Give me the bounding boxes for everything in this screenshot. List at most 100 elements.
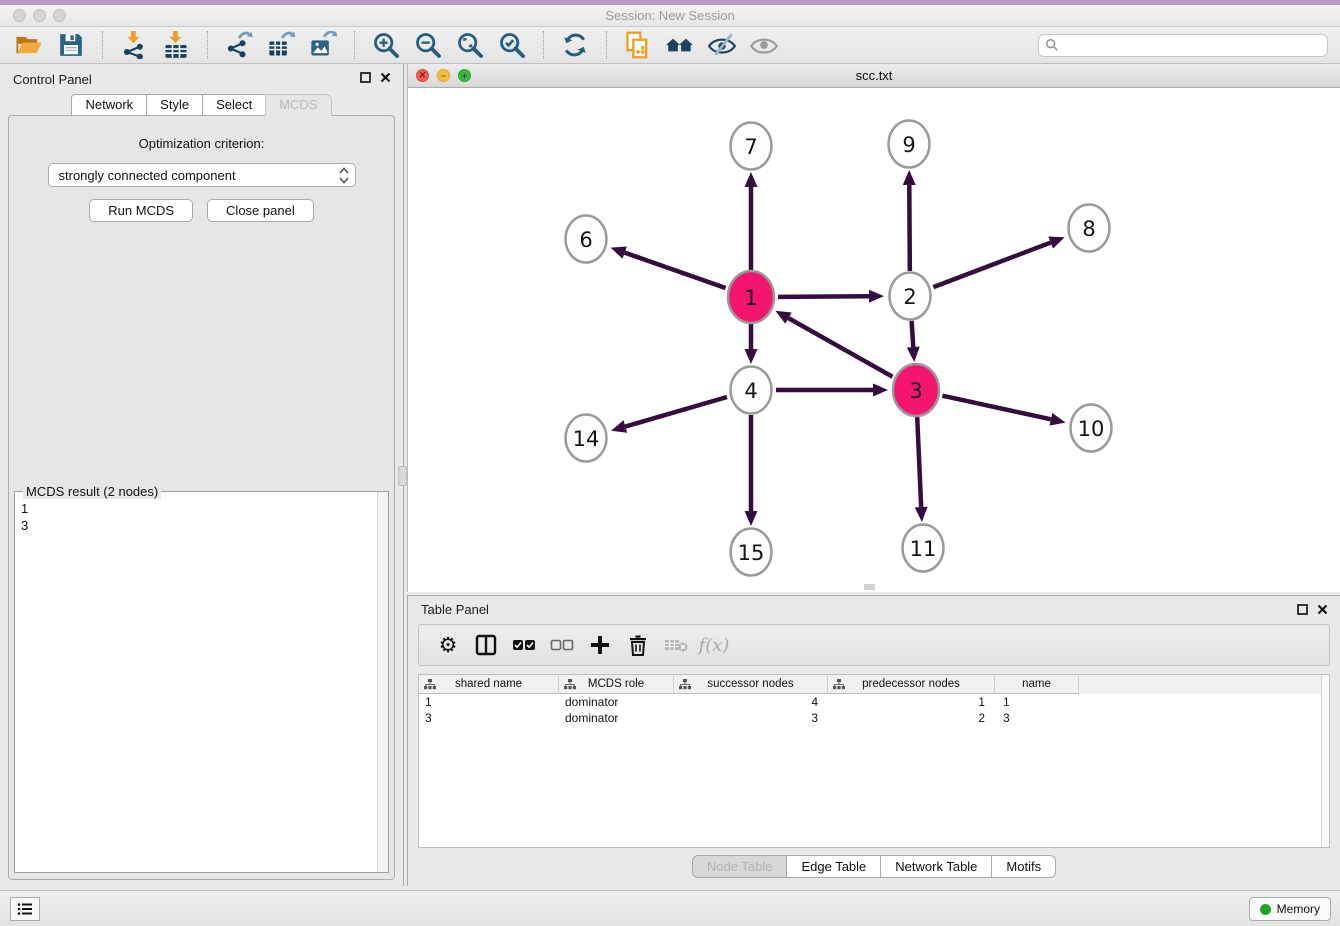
network-window-titlebar[interactable]: ✕ − + scc.txt — [408, 64, 1340, 88]
close-panel-button[interactable]: Close panel — [207, 199, 314, 222]
deselect-all-icon[interactable] — [547, 630, 577, 660]
copy-view-icon[interactable] — [622, 29, 654, 61]
mcds-result-box: MCDS result (2 nodes) 1 3 — [14, 491, 389, 873]
table-settings-gear-icon[interactable]: ⚙ — [433, 630, 463, 660]
graph-edge-arrowhead — [745, 172, 758, 187]
save-session-icon[interactable] — [55, 29, 87, 61]
search-field[interactable] — [1038, 34, 1328, 57]
search-input[interactable] — [1064, 38, 1321, 52]
graph-edge[interactable] — [909, 185, 910, 271]
control-panel-title: Control Panel — [13, 72, 92, 87]
graph-node-label: 3 — [909, 379, 922, 403]
export-table-icon[interactable] — [265, 29, 297, 61]
run-mcds-button[interactable]: Run MCDS — [89, 199, 193, 222]
vertical-splitter-handle[interactable] — [398, 466, 407, 486]
result-scrollbar[interactable] — [377, 492, 388, 872]
tab-network-table[interactable]: Network Table — [880, 855, 991, 878]
graph-edge-arrowhead — [1048, 236, 1064, 248]
zoom-selected-icon[interactable] — [496, 29, 528, 61]
graph-edge-arrowhead — [873, 384, 888, 397]
network-window-title: scc.txt — [408, 68, 1340, 83]
float-table-panel-icon[interactable] — [1297, 604, 1308, 615]
hide-selected-eye-icon[interactable] — [706, 29, 738, 61]
memory-button[interactable]: Memory — [1249, 897, 1331, 921]
cell-shared-name[interactable]: 3 — [419, 710, 559, 726]
delete-table-icon[interactable] — [661, 630, 691, 660]
zoom-in-icon[interactable] — [370, 29, 402, 61]
column-header-mcds-role[interactable]: MCDS role — [559, 675, 674, 694]
network-splitter-grip[interactable] — [864, 584, 875, 590]
table-row[interactable]: 3 dominator 3 2 3 — [419, 710, 1329, 726]
table-tabs: Node Table Edge Table Network Table Moti… — [408, 855, 1340, 878]
graph-edge[interactable] — [625, 397, 727, 427]
graph-edge[interactable] — [788, 318, 892, 377]
import-table-icon[interactable] — [160, 29, 192, 61]
graph-edge[interactable] — [778, 296, 869, 297]
cell-shared-name[interactable]: 1 — [419, 694, 559, 710]
cell-successor-nodes[interactable]: 3 — [674, 710, 828, 726]
cell-mcds-role[interactable]: dominator — [559, 710, 674, 726]
graph-edge[interactable] — [917, 417, 921, 507]
graph-edge[interactable] — [933, 243, 1050, 288]
window-title: Session: New Session — [0, 8, 1340, 23]
tab-edge-table[interactable]: Edge Table — [786, 855, 880, 878]
status-bar: Memory — [0, 890, 1340, 926]
cell-successor-nodes[interactable]: 4 — [674, 694, 828, 710]
tab-mcds[interactable]: MCDS — [265, 94, 331, 116]
toolbar-separator — [207, 31, 208, 59]
cell-name[interactable]: 1 — [995, 694, 1079, 710]
tab-select[interactable]: Select — [202, 94, 265, 116]
graph-edge[interactable] — [912, 321, 914, 347]
cell-predecessor-nodes[interactable]: 2 — [828, 710, 995, 726]
tab-style[interactable]: Style — [146, 94, 202, 116]
show-columns-icon[interactable] — [471, 630, 501, 660]
application-window: Session: New Session — [0, 0, 1340, 926]
graph-node-label: 7 — [744, 135, 757, 159]
mcds-tab-content: Optimization criterion: strongly connect… — [8, 115, 395, 880]
cell-predecessor-nodes[interactable]: 1 — [828, 694, 995, 710]
close-table-panel-icon[interactable] — [1317, 604, 1328, 615]
optimization-criterion-select[interactable]: strongly connected component — [48, 163, 356, 187]
graph-edge-arrowhead — [903, 170, 916, 185]
table-scrollbar[interactable] — [1321, 675, 1329, 847]
table-row[interactable]: 1 dominator 4 1 1 — [419, 694, 1329, 710]
column-header-shared-name[interactable]: shared name — [419, 675, 559, 694]
export-network-icon[interactable] — [223, 29, 255, 61]
cell-mcds-role[interactable]: dominator — [559, 694, 674, 710]
column-header-successor-nodes[interactable]: successor nodes — [674, 675, 828, 694]
table-header-row: shared name MCDS role successor nodes pr… — [419, 675, 1329, 694]
graph-edge-arrowhead — [611, 420, 627, 432]
list-icon — [17, 902, 33, 916]
tab-node-table[interactable]: Node Table — [692, 855, 787, 878]
graph-node-label: 8 — [1082, 217, 1095, 241]
refresh-icon[interactable] — [559, 29, 591, 61]
network-canvas[interactable]: 7968124314101511 — [408, 88, 1340, 592]
add-column-plus-icon[interactable] — [585, 630, 615, 660]
delete-trash-icon[interactable] — [623, 630, 653, 660]
export-image-icon[interactable] — [307, 29, 339, 61]
column-header-predecessor-nodes[interactable]: predecessor nodes — [828, 675, 995, 694]
float-panel-icon[interactable] — [360, 72, 371, 83]
task-history-button[interactable] — [10, 897, 40, 921]
select-all-icon[interactable] — [509, 630, 539, 660]
graph-node-label: 1 — [744, 286, 757, 310]
control-panel: Control Panel Network Style Select MCDS … — [0, 64, 404, 886]
graph-node-label: 10 — [1078, 417, 1105, 441]
mcds-result-list[interactable]: 1 3 — [15, 492, 388, 542]
table-panel: Table Panel ⚙ — [407, 595, 1340, 886]
column-header-name[interactable]: name — [995, 675, 1079, 694]
function-builder-icon[interactable]: f(x) — [699, 630, 729, 660]
close-panel-icon[interactable] — [380, 72, 391, 83]
tab-motifs[interactable]: Motifs — [991, 855, 1056, 878]
zoom-fit-icon[interactable] — [454, 29, 486, 61]
graph-edge[interactable] — [942, 396, 1051, 420]
open-session-icon[interactable] — [13, 29, 45, 61]
home-icon[interactable] — [664, 29, 696, 61]
show-all-eye-icon[interactable] — [748, 29, 780, 61]
toolbar-separator — [543, 31, 544, 59]
import-network-icon[interactable] — [118, 29, 150, 61]
graph-edge[interactable] — [625, 253, 726, 288]
cell-name[interactable]: 3 — [995, 710, 1079, 726]
tab-network[interactable]: Network — [71, 94, 146, 116]
zoom-out-icon[interactable] — [412, 29, 444, 61]
